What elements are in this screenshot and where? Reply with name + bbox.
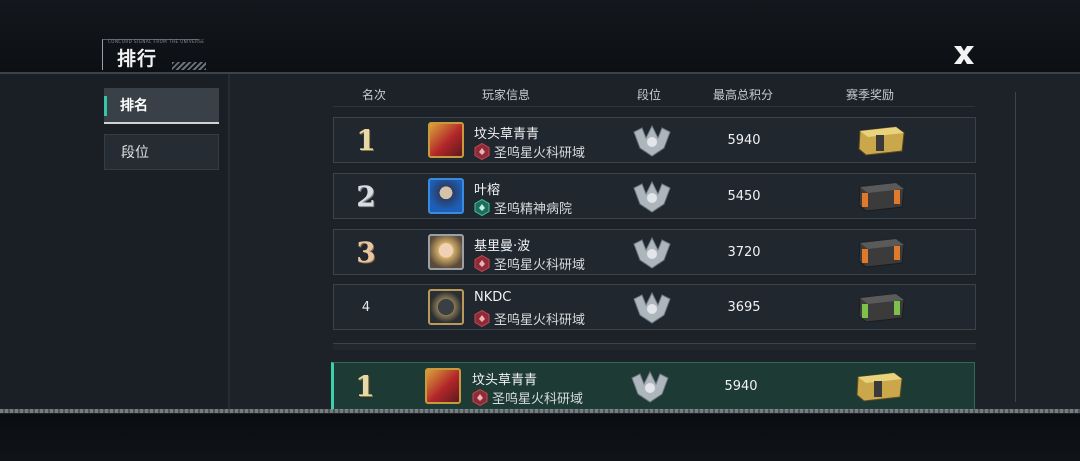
red-hex-emblem-icon bbox=[474, 143, 490, 160]
red-hex-emblem-icon bbox=[474, 255, 490, 272]
teal-hex-emblem-icon bbox=[474, 199, 490, 216]
guild-info: 圣呜星火科研域 bbox=[472, 388, 583, 407]
orange-crate-icon[interactable] bbox=[856, 179, 906, 213]
table-row[interactable]: 2 叶榕 圣呜精神病院 5450 bbox=[333, 173, 976, 219]
table-row-partial bbox=[333, 343, 976, 350]
gold-crate-icon[interactable] bbox=[854, 369, 904, 403]
rank-number: 3 bbox=[356, 235, 376, 269]
player-name: 基里曼·波 bbox=[474, 239, 531, 254]
column-header-player: 玩家信息 bbox=[481, 88, 530, 102]
header-stripes bbox=[172, 62, 206, 70]
guild-name: 圣呜星火科研域 bbox=[494, 146, 586, 161]
tier-badge-icon bbox=[633, 236, 671, 269]
panel-right-decoration bbox=[985, 92, 1016, 402]
score-value: 5450 bbox=[727, 188, 761, 204]
table-row[interactable]: 4 NKDC 圣呜星火科研域 3695 bbox=[333, 284, 976, 330]
guild-info: 圣呜星火科研域 bbox=[474, 142, 585, 161]
table-row[interactable]: 1 坟头草青青 圣呜星火科研域 5940 bbox=[333, 117, 976, 163]
tier-badge-icon bbox=[633, 291, 671, 324]
rank-number: 1 bbox=[355, 369, 375, 403]
player-name: 叶榕 bbox=[474, 183, 501, 198]
tab-ranking[interactable]: 排名 bbox=[104, 88, 219, 124]
rank-number: 2 bbox=[356, 179, 376, 213]
guild-name: 圣呜星火科研域 bbox=[494, 313, 586, 328]
tab-tier[interactable]: 段位 bbox=[104, 134, 219, 170]
player-name: 坟头草青青 bbox=[474, 127, 540, 142]
player-name: 坟头草青青 bbox=[472, 373, 538, 388]
close-icon bbox=[954, 46, 974, 64]
score-value: 3720 bbox=[727, 244, 761, 260]
column-header-tier: 段位 bbox=[636, 88, 661, 102]
close-button[interactable] bbox=[950, 41, 978, 69]
tab-ranking-label: 排名 bbox=[120, 98, 148, 114]
tab-tier-label: 段位 bbox=[121, 145, 149, 161]
guild-info: 圣呜星火科研域 bbox=[474, 254, 585, 273]
guild-info: 圣呜星火科研域 bbox=[474, 309, 585, 328]
panel-bottom-border bbox=[0, 409, 1080, 413]
gold-crate-icon[interactable] bbox=[856, 123, 906, 157]
guild-info: 圣呜精神病院 bbox=[474, 198, 572, 217]
guild-name: 圣呜精神病院 bbox=[494, 202, 573, 217]
guild-name: 圣呜星火科研域 bbox=[492, 392, 584, 407]
rank-number: 1 bbox=[356, 123, 376, 157]
guild-name: 圣呜星火科研域 bbox=[494, 258, 586, 273]
avatar bbox=[428, 234, 464, 270]
avatar bbox=[428, 289, 464, 325]
red-hex-emblem-icon bbox=[474, 310, 490, 327]
red-hex-emblem-icon bbox=[472, 389, 488, 406]
my-rank-row[interactable]: 1 坟头草青青 圣呜星火科研域 5940 bbox=[331, 362, 975, 410]
rank-number: 4 bbox=[361, 299, 371, 315]
tier-badge-icon bbox=[631, 370, 669, 403]
avatar bbox=[428, 178, 464, 214]
header-divider bbox=[333, 106, 975, 107]
table-row[interactable]: 3 基里曼·波 圣呜星火科研域 3720 bbox=[333, 229, 976, 275]
player-name: NKDC bbox=[474, 290, 512, 305]
background-bottom bbox=[0, 412, 1080, 461]
sidebar-divider bbox=[228, 74, 230, 409]
avatar bbox=[428, 122, 464, 158]
score-value: 3695 bbox=[727, 299, 761, 315]
tier-badge-icon bbox=[633, 124, 671, 157]
column-header-rank: 名次 bbox=[361, 88, 386, 102]
column-header-score: 最高总积分 bbox=[712, 88, 773, 102]
avatar bbox=[425, 368, 461, 404]
column-header-reward: 赛季奖励 bbox=[845, 88, 894, 102]
page-title: 排行 bbox=[117, 48, 158, 70]
score-value: 5940 bbox=[724, 378, 758, 394]
orange-crate-icon[interactable] bbox=[856, 235, 906, 269]
tier-badge-icon bbox=[633, 180, 671, 213]
score-value: 5940 bbox=[727, 132, 761, 148]
green-crate-icon[interactable] bbox=[856, 290, 906, 324]
sidebar bbox=[0, 74, 228, 409]
